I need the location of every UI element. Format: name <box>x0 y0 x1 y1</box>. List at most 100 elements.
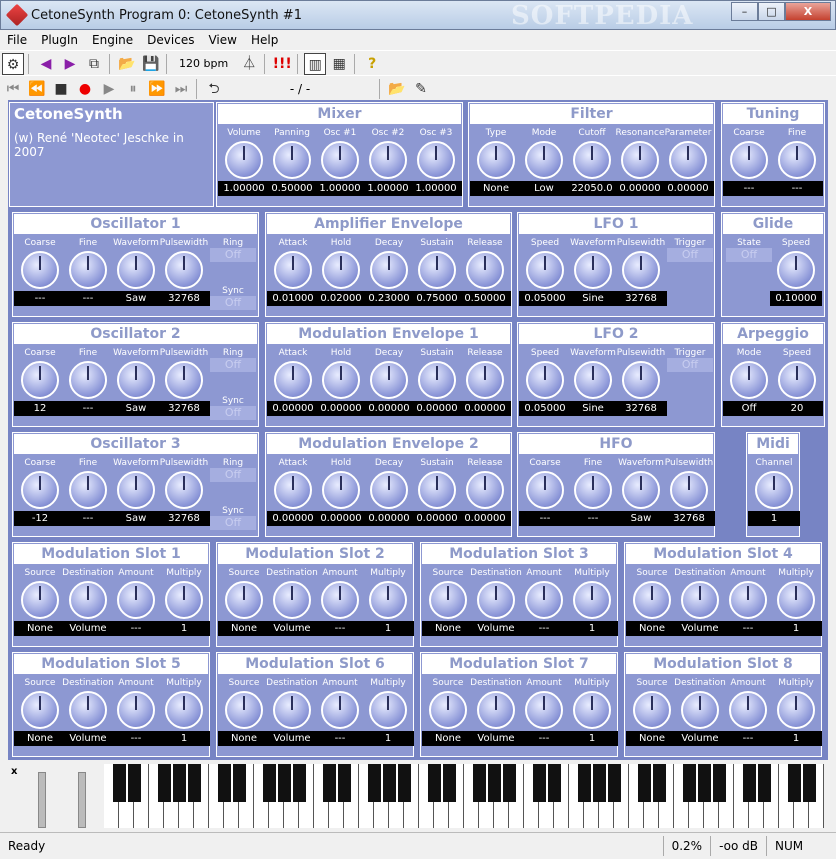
knob-dial[interactable] <box>321 691 359 729</box>
black-key[interactable] <box>533 764 546 802</box>
toggle-button[interactable]: Off <box>667 358 713 372</box>
knob-coarse[interactable]: Coarse --- <box>14 238 66 308</box>
knob-attack[interactable]: Attack 0.00000 <box>267 348 319 418</box>
knob-multiply[interactable]: Multiply 1 <box>566 568 618 638</box>
black-key[interactable] <box>683 764 696 802</box>
black-key[interactable] <box>173 764 186 802</box>
black-key[interactable] <box>113 764 126 802</box>
knob-coarse[interactable]: Coarse 12 <box>14 348 66 418</box>
knob-dial[interactable] <box>21 361 59 399</box>
knob-panning[interactable]: Panning 0.50000 <box>266 128 318 198</box>
knob-dial[interactable] <box>225 581 263 619</box>
knob-speed[interactable]: Speed 0.05000 <box>519 238 571 308</box>
knob-cutoff[interactable]: Cutoff 22050.0 <box>566 128 618 198</box>
knob-channel[interactable]: Channel 1 <box>748 458 800 528</box>
pitch-wheel[interactable] <box>38 772 46 828</box>
knob-multiply[interactable]: Multiply 1 <box>362 568 414 638</box>
tempo-display[interactable]: 120 bpm <box>179 57 228 70</box>
black-key[interactable] <box>158 764 171 802</box>
toggle-button[interactable]: Off <box>210 248 256 262</box>
knob-speed[interactable]: Speed 0.05000 <box>519 348 571 418</box>
knob-dial[interactable] <box>69 251 107 289</box>
knob-dial[interactable] <box>466 361 504 399</box>
knob-dial[interactable] <box>573 691 611 729</box>
knob-dial[interactable] <box>69 361 107 399</box>
black-key[interactable] <box>758 764 771 802</box>
knob-sustain[interactable]: Sustain 0.75000 <box>411 238 463 308</box>
toggle-button[interactable]: Off <box>210 406 256 420</box>
knob-source[interactable]: Source None <box>218 678 270 748</box>
knob-dial[interactable] <box>429 581 467 619</box>
menu-file[interactable]: File <box>0 33 34 47</box>
knob-pulsewidth[interactable]: Pulsewidth 32768 <box>663 458 715 528</box>
knob-dial[interactable] <box>225 141 263 179</box>
knob-destination[interactable]: Destination Volume <box>266 678 318 748</box>
knob-waveform[interactable]: Waveform Sine <box>567 348 619 418</box>
knob-pulsewidth[interactable]: Pulsewidth 32768 <box>158 348 210 418</box>
knob-release[interactable]: Release 0.00000 <box>459 458 511 528</box>
black-key[interactable] <box>788 764 801 802</box>
knob-pulsewidth[interactable]: Pulsewidth 32768 <box>158 458 210 528</box>
knob-dial[interactable] <box>274 361 312 399</box>
knob-amount[interactable]: Amount --- <box>518 678 570 748</box>
open-icon[interactable]: 📂 <box>116 53 138 75</box>
knob-dial[interactable] <box>622 361 660 399</box>
knob-source[interactable]: Source None <box>218 568 270 638</box>
black-key[interactable] <box>263 764 276 802</box>
knob-dial[interactable] <box>429 691 467 729</box>
knob-dial[interactable] <box>777 251 815 289</box>
minimize-button[interactable]: – <box>731 2 758 21</box>
knob-pulsewidth[interactable]: Pulsewidth 32768 <box>158 238 210 308</box>
knob-dial[interactable] <box>117 251 155 289</box>
knob-dial[interactable] <box>681 691 719 729</box>
black-key[interactable] <box>368 764 381 802</box>
knob-amount[interactable]: Amount --- <box>722 678 774 748</box>
knob-dial[interactable] <box>526 471 564 509</box>
knob-dial[interactable] <box>574 251 612 289</box>
knob-dial[interactable] <box>370 361 408 399</box>
knob-dial[interactable] <box>165 251 203 289</box>
knob-dial[interactable] <box>69 471 107 509</box>
knob-fine[interactable]: Fine --- <box>62 458 114 528</box>
black-key[interactable] <box>323 764 336 802</box>
knob-source[interactable]: Source None <box>422 678 474 748</box>
knob-multiply[interactable]: Multiply 1 <box>158 678 210 748</box>
toggle-trigger[interactable]: Trigger Off <box>667 238 713 262</box>
knob-dial[interactable] <box>322 471 360 509</box>
knob-dial[interactable] <box>466 251 504 289</box>
toggle-button[interactable]: Off <box>667 248 713 262</box>
rewind-icon[interactable]: ⏪ <box>26 78 48 100</box>
knob-dial[interactable] <box>273 691 311 729</box>
knob-speed[interactable]: Speed 0.10000 <box>770 238 822 308</box>
close-button[interactable]: X <box>785 2 831 21</box>
toggle-sync[interactable]: Sync Off <box>210 506 256 530</box>
knob-dial[interactable] <box>117 361 155 399</box>
menu-engine[interactable]: Engine <box>85 33 140 47</box>
knob-dial[interactable] <box>778 361 816 399</box>
knob-source[interactable]: Source None <box>626 568 678 638</box>
knob-type[interactable]: Type None <box>470 128 522 198</box>
knob-amount[interactable]: Amount --- <box>314 678 366 748</box>
knob-source[interactable]: Source None <box>14 568 66 638</box>
knob-amount[interactable]: Amount --- <box>110 678 162 748</box>
knob-attack[interactable]: Attack 0.00000 <box>267 458 319 528</box>
knob-multiply[interactable]: Multiply 1 <box>566 678 618 748</box>
knob-coarse[interactable]: Coarse -12 <box>14 458 66 528</box>
black-key[interactable] <box>548 764 561 802</box>
knob-dial[interactable] <box>466 471 504 509</box>
knob-dial[interactable] <box>418 251 456 289</box>
knob-dial[interactable] <box>369 581 407 619</box>
knob-dial[interactable] <box>525 581 563 619</box>
knob-fine[interactable]: Fine --- <box>771 128 823 198</box>
knob-destination[interactable]: Destination Volume <box>266 568 318 638</box>
edit-song-icon[interactable]: ✎ <box>410 78 432 100</box>
knob-dial[interactable] <box>321 141 359 179</box>
knob-dial[interactable] <box>370 471 408 509</box>
knob-release[interactable]: Release 0.50000 <box>459 238 511 308</box>
toggle-ring[interactable]: Ring Off <box>210 238 256 262</box>
knob-fine[interactable]: Fine --- <box>62 348 114 418</box>
copy-icon[interactable]: ⧉ <box>83 53 105 75</box>
knob-dial[interactable] <box>573 141 611 179</box>
knob-dial[interactable] <box>273 581 311 619</box>
play-icon[interactable]: ▶ <box>98 78 120 100</box>
